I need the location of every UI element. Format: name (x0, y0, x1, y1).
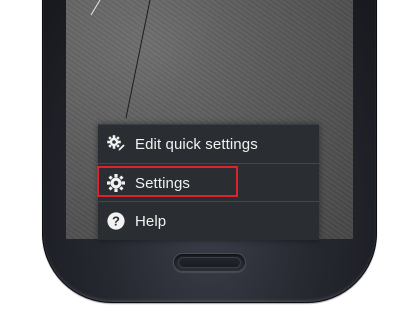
gear-edit-icon (106, 134, 126, 154)
menu-item-label: Help (135, 212, 167, 230)
screenshot-stage: Edit quick settings Settings ? Help (0, 0, 419, 314)
menu-item-label: Edit quick settings (135, 135, 258, 153)
menu-item-settings[interactable]: Settings (98, 164, 319, 202)
home-button-face (178, 257, 241, 268)
menu-item-edit-quick-settings[interactable]: Edit quick settings (98, 125, 319, 163)
menu-item-help[interactable]: ? Help (98, 202, 319, 240)
svg-text:?: ? (112, 214, 120, 229)
options-menu: Edit quick settings Settings ? Help (98, 124, 319, 240)
home-button[interactable] (173, 253, 246, 272)
menu-item-label: Settings (135, 174, 190, 192)
gear-icon (106, 173, 126, 193)
help-icon: ? (106, 211, 126, 231)
